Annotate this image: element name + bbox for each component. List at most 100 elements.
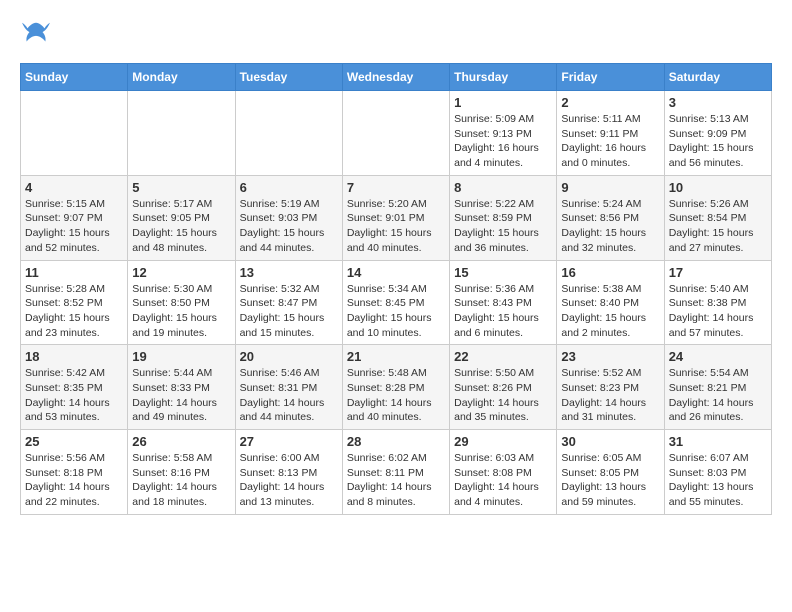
day-info: Sunrise: 5:46 AM Sunset: 8:31 PM Dayligh… — [240, 366, 338, 425]
day-info: Sunrise: 5:11 AM Sunset: 9:11 PM Dayligh… — [561, 112, 659, 171]
day-info: Sunrise: 5:48 AM Sunset: 8:28 PM Dayligh… — [347, 366, 445, 425]
calendar-cell: 2 Sunrise: 5:11 AM Sunset: 9:11 PM Daylig… — [557, 91, 664, 176]
day-info: Sunrise: 5:24 AM Sunset: 8:56 PM Dayligh… — [561, 197, 659, 256]
day-header-sunday: Sunday — [21, 64, 128, 91]
day-number: 3 — [669, 95, 767, 110]
calendar-cell: 9 Sunrise: 5:24 AM Sunset: 8:56 PM Daylig… — [557, 175, 664, 260]
day-number: 16 — [561, 265, 659, 280]
calendar-cell: 1Sunrise: 5:09 AM Sunset: 9:13 PM Daylig… — [450, 91, 557, 176]
day-info: Sunrise: 5:40 AM Sunset: 8:38 PM Dayligh… — [669, 282, 767, 341]
day-number: 11 — [25, 265, 123, 280]
calendar-table: SundayMondayTuesdayWednesdayThursdayFrid… — [20, 63, 772, 515]
day-number: 17 — [669, 265, 767, 280]
calendar-week-4: 18 Sunrise: 5:42 AM Sunset: 8:35 PM Dayli… — [21, 345, 772, 430]
calendar-week-3: 11 Sunrise: 5:28 AM Sunset: 8:52 PM Dayli… — [21, 260, 772, 345]
day-number: 9 — [561, 180, 659, 195]
calendar-week-5: 25 Sunrise: 5:56 AM Sunset: 8:18 PM Dayli… — [21, 430, 772, 515]
day-info: Sunrise: 5:34 AM Sunset: 8:45 PM Dayligh… — [347, 282, 445, 341]
day-number: 13 — [240, 265, 338, 280]
day-info: Sunrise: 5:42 AM Sunset: 8:35 PM Dayligh… — [25, 366, 123, 425]
calendar-cell: 13 Sunrise: 5:32 AM Sunset: 8:47 PM Dayli… — [235, 260, 342, 345]
day-number: 4 — [25, 180, 123, 195]
calendar-cell: 7Sunrise: 5:20 AM Sunset: 9:01 PM Daylig… — [342, 175, 449, 260]
calendar-cell — [342, 91, 449, 176]
day-number: 18 — [25, 349, 123, 364]
calendar-cell: 14 Sunrise: 5:34 AM Sunset: 8:45 PM Dayli… — [342, 260, 449, 345]
day-number: 6 — [240, 180, 338, 195]
day-info: Sunrise: 5:13 AM Sunset: 9:09 PM Dayligh… — [669, 112, 767, 171]
day-number: 14 — [347, 265, 445, 280]
day-info: Sunrise: 5:54 AM Sunset: 8:21 PM Dayligh… — [669, 366, 767, 425]
day-number: 24 — [669, 349, 767, 364]
calendar-cell: 27 Sunrise: 6:00 AM Sunset: 8:13 PM Dayli… — [235, 430, 342, 515]
day-number: 5 — [132, 180, 230, 195]
day-number: 15 — [454, 265, 552, 280]
day-header-saturday: Saturday — [664, 64, 771, 91]
day-header-friday: Friday — [557, 64, 664, 91]
calendar-header-row: SundayMondayTuesdayWednesdayThursdayFrid… — [21, 64, 772, 91]
calendar-cell: 21 Sunrise: 5:48 AM Sunset: 8:28 PM Dayli… — [342, 345, 449, 430]
day-header-tuesday: Tuesday — [235, 64, 342, 91]
calendar-cell: 28Sunrise: 6:02 AM Sunset: 8:11 PM Dayli… — [342, 430, 449, 515]
day-header-wednesday: Wednesday — [342, 64, 449, 91]
calendar-week-1: 1Sunrise: 5:09 AM Sunset: 9:13 PM Daylig… — [21, 91, 772, 176]
day-info: Sunrise: 5:50 AM Sunset: 8:26 PM Dayligh… — [454, 366, 552, 425]
day-info: Sunrise: 5:52 AM Sunset: 8:23 PM Dayligh… — [561, 366, 659, 425]
calendar-cell: 6 Sunrise: 5:19 AM Sunset: 9:03 PM Daylig… — [235, 175, 342, 260]
day-number: 23 — [561, 349, 659, 364]
calendar-cell: 15 Sunrise: 5:36 AM Sunset: 8:43 PM Dayli… — [450, 260, 557, 345]
calendar-cell: 3 Sunrise: 5:13 AM Sunset: 9:09 PM Daylig… — [664, 91, 771, 176]
calendar-cell: 22 Sunrise: 5:50 AM Sunset: 8:26 PM Dayli… — [450, 345, 557, 430]
logo — [20, 20, 45, 53]
day-info: Sunrise: 5:36 AM Sunset: 8:43 PM Dayligh… — [454, 282, 552, 341]
day-number: 8 — [454, 180, 552, 195]
day-number: 21 — [347, 349, 445, 364]
day-info: Sunrise: 5:20 AM Sunset: 9:01 PM Dayligh… — [347, 197, 445, 256]
calendar-cell: 12Sunrise: 5:30 AM Sunset: 8:50 PM Dayli… — [128, 260, 235, 345]
day-number: 19 — [132, 349, 230, 364]
day-number: 30 — [561, 434, 659, 449]
calendar-cell: 17 Sunrise: 5:40 AM Sunset: 8:38 PM Dayli… — [664, 260, 771, 345]
calendar-cell: 23 Sunrise: 5:52 AM Sunset: 8:23 PM Dayli… — [557, 345, 664, 430]
calendar-cell: 31Sunrise: 6:07 AM Sunset: 8:03 PM Dayli… — [664, 430, 771, 515]
calendar-cell — [21, 91, 128, 176]
logo-bird-icon — [22, 20, 50, 48]
calendar-week-2: 4 Sunrise: 5:15 AM Sunset: 9:07 PM Daylig… — [21, 175, 772, 260]
day-header-monday: Monday — [128, 64, 235, 91]
day-info: Sunrise: 6:05 AM Sunset: 8:05 PM Dayligh… — [561, 451, 659, 510]
day-info: Sunrise: 5:15 AM Sunset: 9:07 PM Dayligh… — [25, 197, 123, 256]
calendar-cell: 30 Sunrise: 6:05 AM Sunset: 8:05 PM Dayli… — [557, 430, 664, 515]
day-number: 2 — [561, 95, 659, 110]
calendar-cell — [128, 91, 235, 176]
day-info: Sunrise: 5:26 AM Sunset: 8:54 PM Dayligh… — [669, 197, 767, 256]
calendar-cell: 11 Sunrise: 5:28 AM Sunset: 8:52 PM Dayli… — [21, 260, 128, 345]
day-info: Sunrise: 6:00 AM Sunset: 8:13 PM Dayligh… — [240, 451, 338, 510]
day-number: 27 — [240, 434, 338, 449]
calendar-cell: 29 Sunrise: 6:03 AM Sunset: 8:08 PM Dayli… — [450, 430, 557, 515]
day-info: Sunrise: 5:28 AM Sunset: 8:52 PM Dayligh… — [25, 282, 123, 341]
day-info: Sunrise: 6:03 AM Sunset: 8:08 PM Dayligh… — [454, 451, 552, 510]
day-number: 20 — [240, 349, 338, 364]
day-info: Sunrise: 5:44 AM Sunset: 8:33 PM Dayligh… — [132, 366, 230, 425]
calendar-cell: 4 Sunrise: 5:15 AM Sunset: 9:07 PM Daylig… — [21, 175, 128, 260]
day-number: 1 — [454, 95, 552, 110]
day-info: Sunrise: 5:32 AM Sunset: 8:47 PM Dayligh… — [240, 282, 338, 341]
calendar-cell: 25 Sunrise: 5:56 AM Sunset: 8:18 PM Dayli… — [21, 430, 128, 515]
calendar-cell — [235, 91, 342, 176]
day-number: 29 — [454, 434, 552, 449]
day-info: Sunrise: 5:19 AM Sunset: 9:03 PM Dayligh… — [240, 197, 338, 256]
calendar-cell: 10Sunrise: 5:26 AM Sunset: 8:54 PM Dayli… — [664, 175, 771, 260]
day-number: 26 — [132, 434, 230, 449]
day-number: 31 — [669, 434, 767, 449]
day-number: 22 — [454, 349, 552, 364]
calendar-cell: 20 Sunrise: 5:46 AM Sunset: 8:31 PM Dayli… — [235, 345, 342, 430]
calendar-cell: 18 Sunrise: 5:42 AM Sunset: 8:35 PM Dayli… — [21, 345, 128, 430]
calendar-cell: 24 Sunrise: 5:54 AM Sunset: 8:21 PM Dayli… — [664, 345, 771, 430]
day-header-thursday: Thursday — [450, 64, 557, 91]
day-info: Sunrise: 5:56 AM Sunset: 8:18 PM Dayligh… — [25, 451, 123, 510]
day-info: Sunrise: 5:58 AM Sunset: 8:16 PM Dayligh… — [132, 451, 230, 510]
day-info: Sunrise: 5:38 AM Sunset: 8:40 PM Dayligh… — [561, 282, 659, 341]
calendar-cell: 19 Sunrise: 5:44 AM Sunset: 8:33 PM Dayli… — [128, 345, 235, 430]
day-number: 25 — [25, 434, 123, 449]
calendar-cell: 5Sunrise: 5:17 AM Sunset: 9:05 PM Daylig… — [128, 175, 235, 260]
